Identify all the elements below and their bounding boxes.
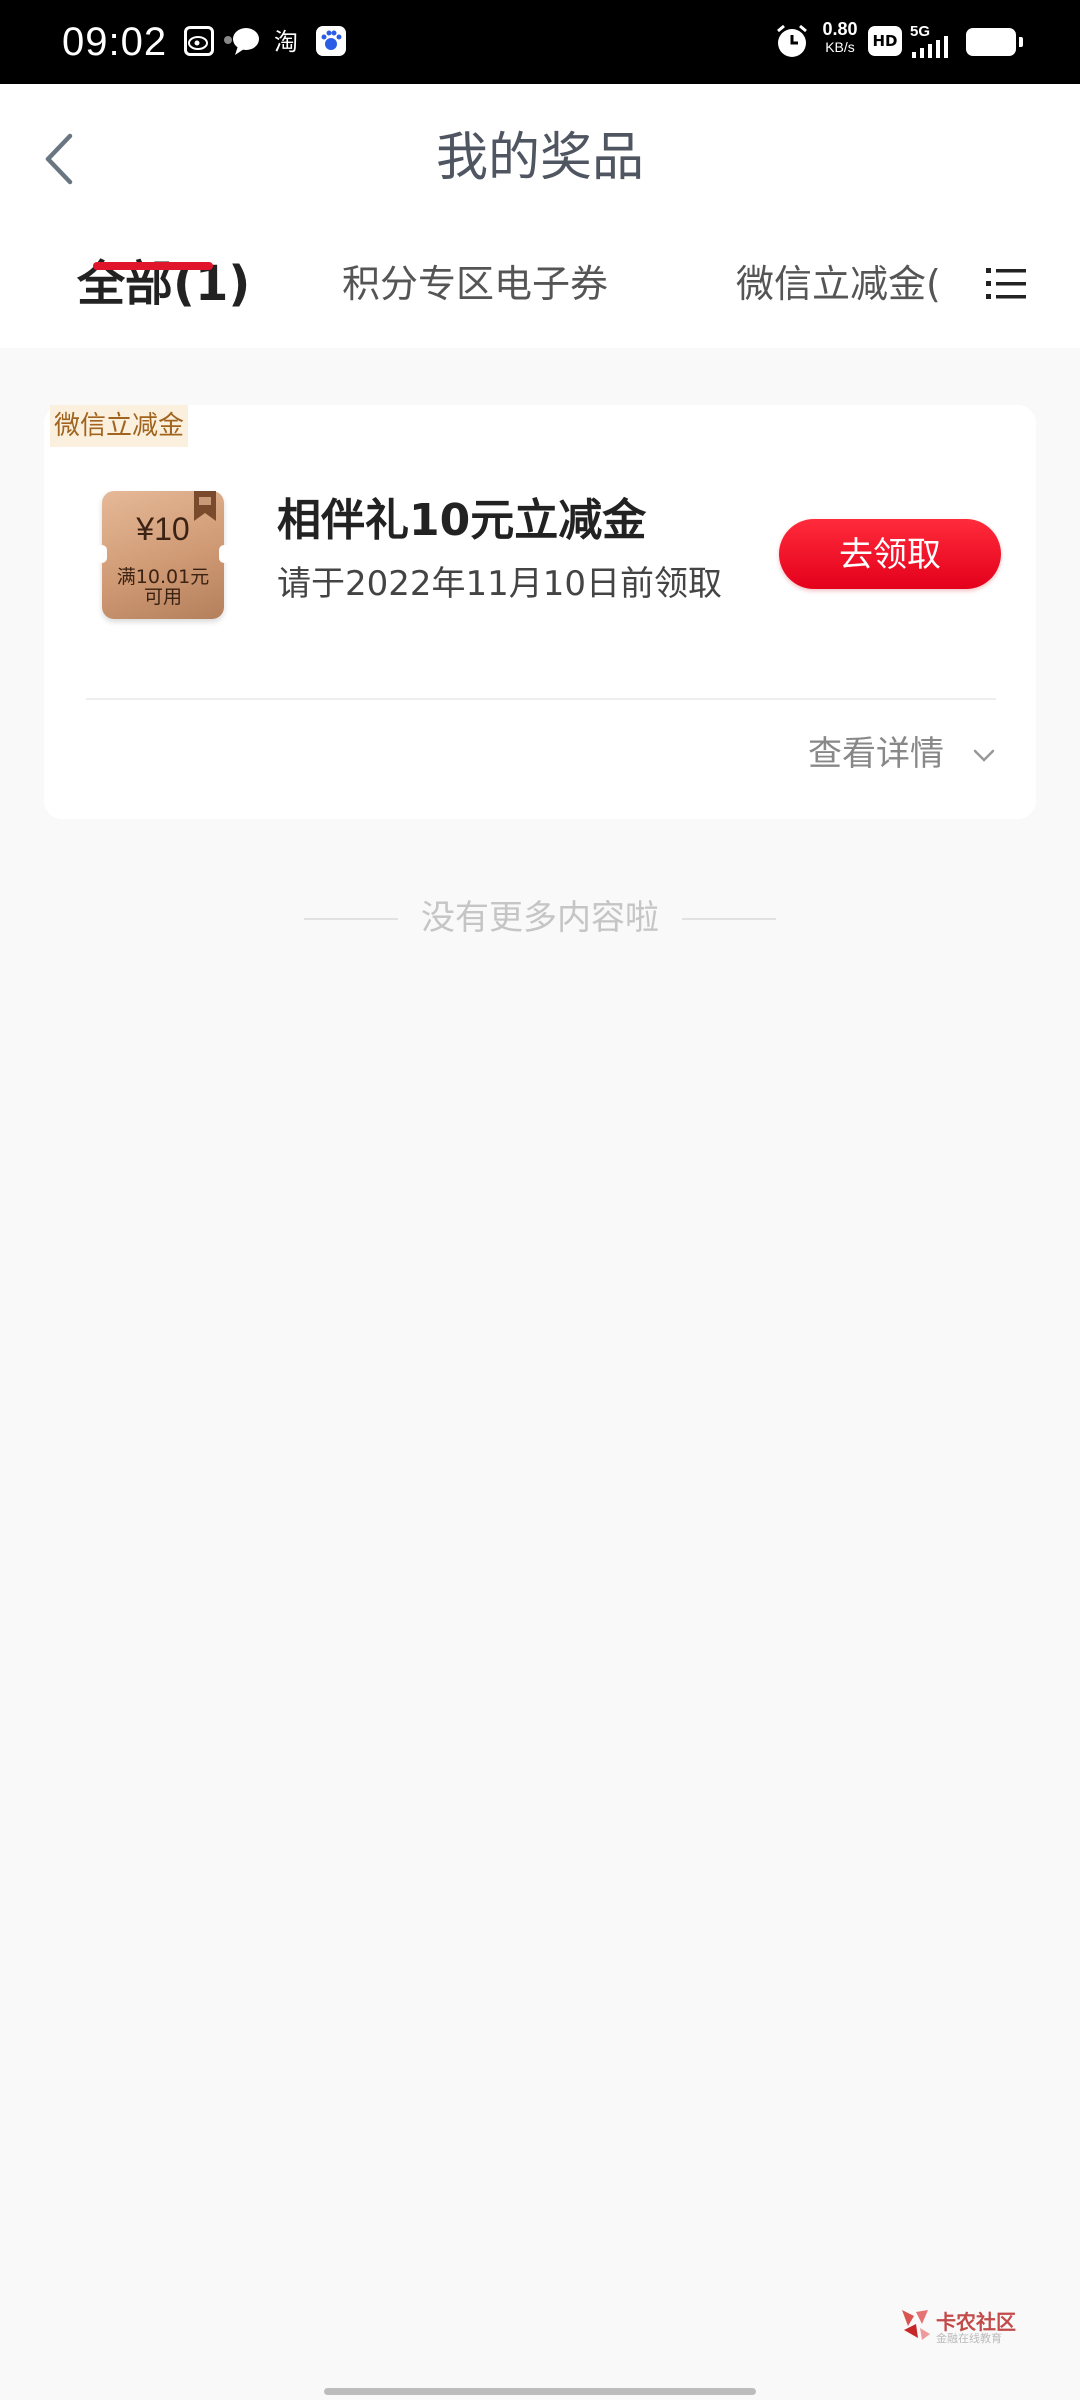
baidu-icon [314, 24, 348, 60]
header: 我的奖品 全部(1) 积分专区电子券 微信立减金( [0, 84, 1080, 348]
card-divider [86, 698, 996, 700]
coupon-condition: 满10.01元 可用 [102, 567, 224, 607]
home-indicator[interactable] [324, 2388, 756, 2395]
hd-icon: HD [868, 26, 902, 56]
prize-card: 微信立减金 ¥10 满10.01元 可用 相伴礼10元立减金 请于2022年11… [44, 405, 1036, 819]
coupon-thumbnail: ¥10 满10.01元 可用 [97, 491, 229, 619]
tab-wechat-discount[interactable]: 微信立减金( [736, 244, 938, 324]
network-type: 5G [910, 23, 930, 40]
prize-type-tag: 微信立减金 [50, 405, 189, 447]
no-more-content-text: 没有更多内容啦 [421, 898, 659, 938]
list-menu-icon[interactable] [984, 262, 1028, 306]
claim-button[interactable]: 去领取 [779, 519, 1001, 589]
coupon-condition-line2: 可用 [143, 586, 182, 608]
coupon-condition-line1: 满10.01元 [116, 566, 210, 588]
net-speed: 0.80 KB/s [822, 19, 858, 55]
tab-all[interactable]: 全部(1) [77, 244, 250, 324]
battery-icon [966, 28, 1023, 56]
tab-bar: 全部(1) 积分专区电子券 微信立减金( [0, 244, 1080, 348]
prize-name: 相伴礼10元立减金 [277, 495, 647, 546]
weibo-icon [184, 26, 214, 56]
watermark: 卡农社区 金融在线教育 [898, 2306, 1018, 2346]
signal-icon: 5G [908, 22, 958, 58]
view-details-link[interactable]: 查看详情 [808, 731, 944, 777]
active-tab-indicator [93, 262, 213, 270]
kanong-logo-icon [902, 2310, 930, 2340]
watermark-subtitle: 金融在线教育 [936, 2332, 1002, 2345]
page-title: 我的奖品 [435, 128, 644, 188]
divider-line-right [682, 918, 776, 920]
message-icon [222, 24, 262, 60]
status-time: 09:02 [62, 20, 168, 64]
tab-points-coupons[interactable]: 积分专区电子券 [342, 244, 608, 324]
status-bar: 09:02 淘 0.80 KB/s HD 5G [0, 0, 1080, 84]
chevron-down-icon[interactable] [972, 747, 996, 765]
prize-deadline: 请于2022年11月10日前领取 [277, 564, 723, 604]
alarm-icon [772, 22, 812, 58]
taobao-icon: 淘 [274, 28, 298, 56]
coupon-amount: ¥10 [136, 511, 190, 547]
